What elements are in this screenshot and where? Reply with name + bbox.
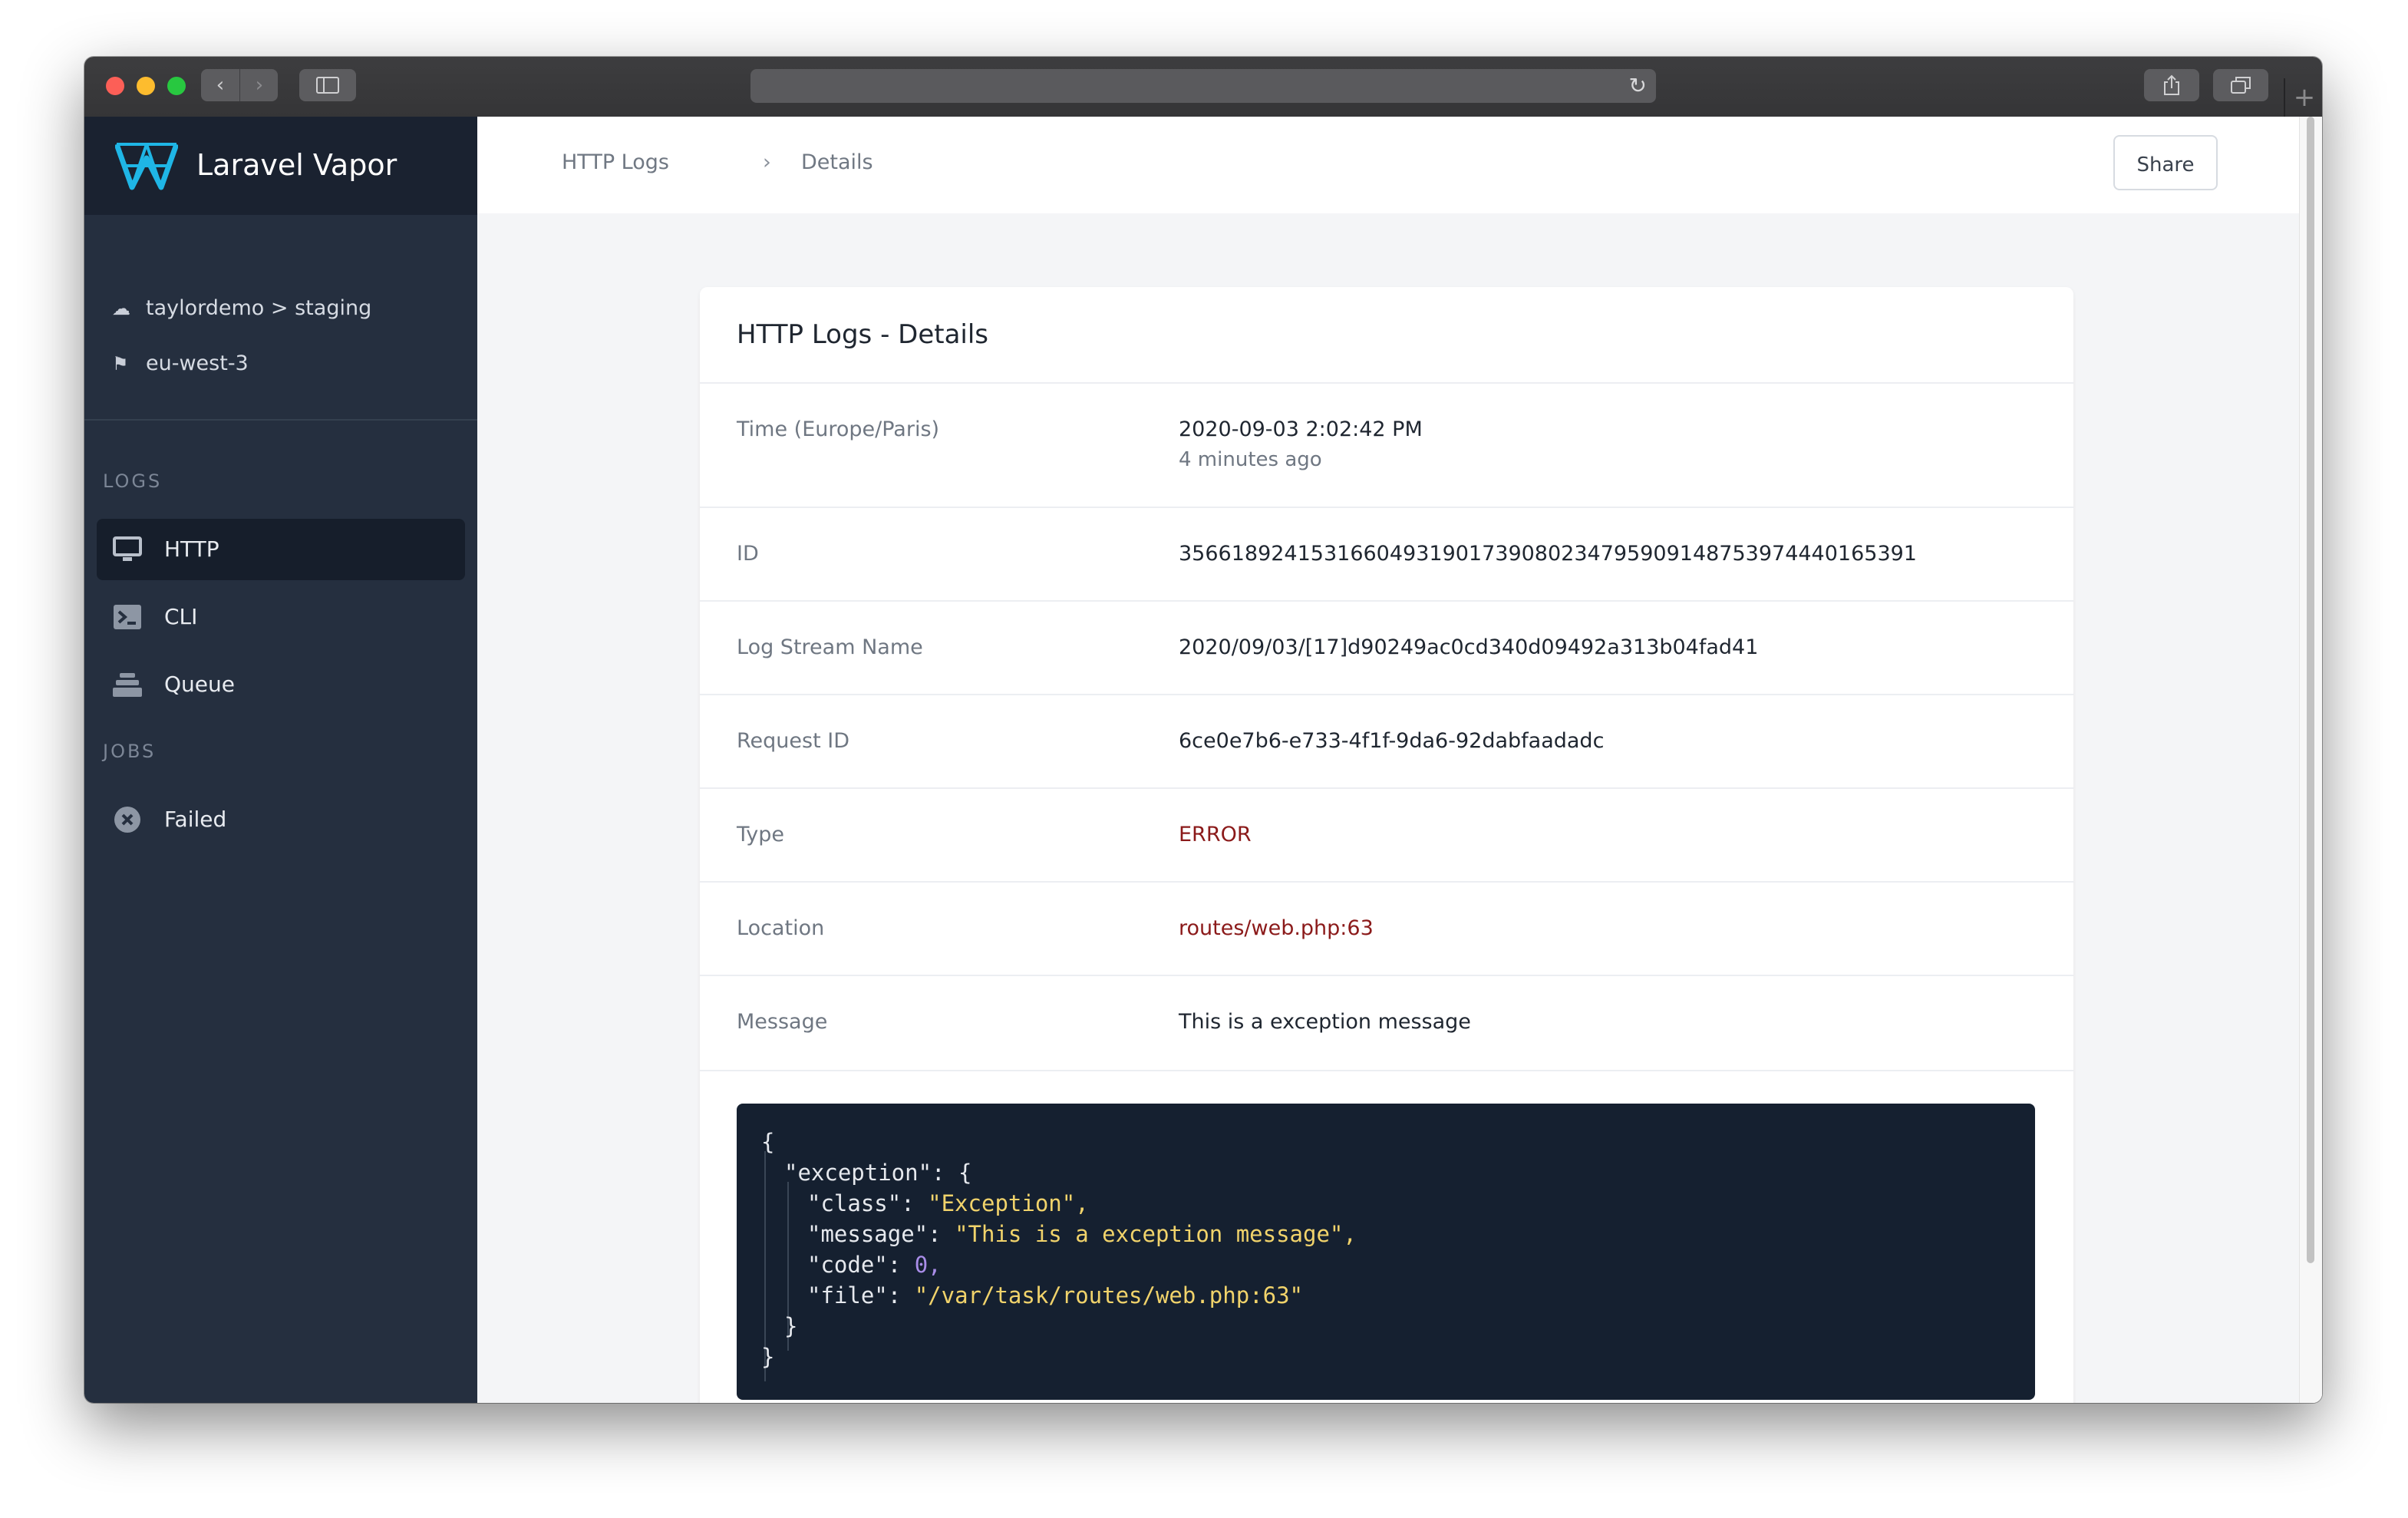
region-label: eu-west-3 <box>146 351 249 375</box>
share-page-button[interactable] <box>2144 69 2199 101</box>
chevron-right-icon[interactable]: › <box>239 69 279 101</box>
detail-key: Log Stream Name <box>737 635 923 659</box>
tabs-icon <box>2231 77 2251 94</box>
vapor-logo-icon <box>115 143 178 190</box>
browser-toolbar: ‹ › ↻ + <box>84 57 2322 118</box>
maximize-window-button[interactable] <box>167 77 186 95</box>
json-context-block: { "exception": { "class": "Exception", "… <box>737 1104 2035 1400</box>
breadcrumb-http-logs[interactable]: HTTP Logs <box>562 147 669 178</box>
detail-value: 6ce0e7b6-e733-4f1f-9da6-92dabfaadadc <box>1179 729 1605 753</box>
details-card: HTTP Logs - Details Time (Europe/Paris) … <box>700 287 2073 1403</box>
json-key: "file": <box>807 1282 915 1308</box>
address-bar[interactable]: ↻ <box>750 69 1656 103</box>
monitor-icon <box>113 536 142 561</box>
json-string: "Exception", <box>928 1190 1089 1216</box>
sidebar-item-failed[interactable]: Failed <box>97 789 465 850</box>
json-string: "/var/task/routes/web.php:63" <box>914 1282 1304 1308</box>
detail-relative-time: 4 minutes ago <box>1179 448 1322 471</box>
close-window-button[interactable] <box>106 77 124 95</box>
location-value: routes/web.php:63 <box>1179 916 1374 940</box>
detail-row-request-id: Request ID 6ce0e7b6-e733-4f1f-9da6-92dab… <box>700 694 2073 787</box>
detail-row-location: Location routes/web.php:63 <box>700 881 2073 975</box>
minimize-window-button[interactable] <box>137 77 155 95</box>
json-inner-close-brace: } <box>784 1313 798 1339</box>
share-button[interactable]: Share <box>2113 135 2218 190</box>
project-environment[interactable]: ☁ taylordemo > staging <box>112 295 371 322</box>
page-header: HTTP Logs › Details Share <box>477 117 2299 213</box>
back-forward-buttons: ‹ › <box>201 69 278 101</box>
terminal-icon <box>114 605 141 629</box>
sidebar-divider <box>84 419 477 421</box>
detail-value: 3566189241531660493190173908023479590914… <box>1179 542 1917 566</box>
layers-icon <box>113 673 142 697</box>
region: ⚑ eu-west-3 <box>112 350 249 378</box>
reload-icon[interactable]: ↻ <box>1629 74 1647 98</box>
chevron-right-icon: › <box>763 150 771 174</box>
detail-value: 2020-09-03 2:02:42 PM <box>1179 417 1423 441</box>
json-key: "class": <box>807 1190 929 1216</box>
sidebar-item-label: Queue <box>164 672 235 697</box>
json-key: "code": <box>807 1252 915 1278</box>
sidebar-item-label: CLI <box>164 604 198 629</box>
json-class-line: "class": "Exception", <box>807 1188 1089 1219</box>
detail-value: This is a exception message <box>1179 1010 1471 1034</box>
browser-window: ‹ › ↻ + Laravel Vapor ☁ taylordemo > sta… <box>84 57 2322 1403</box>
scrollbar-thumb[interactable] <box>2307 117 2314 1263</box>
sidebar-item-cli[interactable]: CLI <box>97 586 465 648</box>
detail-key: Request ID <box>737 729 850 753</box>
sidebar-toggle-icon <box>316 77 339 94</box>
card-title: HTTP Logs - Details <box>737 319 989 350</box>
detail-row-log-stream: Log Stream Name 2020/09/03/[17]d90249ac0… <box>700 600 2073 694</box>
detail-key: Message <box>737 1010 828 1034</box>
cloud-icon: ☁ <box>112 298 130 319</box>
detail-key: Type <box>737 823 785 846</box>
detail-key: Location <box>737 916 825 940</box>
share-icon <box>2164 74 2179 95</box>
chevron-left-icon[interactable]: ‹ <box>201 69 239 101</box>
json-exception-key: "exception": { <box>784 1160 972 1186</box>
error-type-value: ERROR <box>1179 823 1252 846</box>
json-key: "message": <box>807 1221 955 1247</box>
show-tabs-button[interactable] <box>2213 69 2268 101</box>
json-number: 0, <box>914 1252 942 1278</box>
main-content: HTTP Logs › Details Share HTTP Logs - De… <box>477 117 2322 1403</box>
json-code-line: "code": 0, <box>807 1249 942 1280</box>
breadcrumb-details: Details <box>801 150 873 174</box>
x-circle-icon <box>114 807 140 833</box>
json-open-brace: { <box>761 1129 775 1155</box>
brand-header[interactable]: Laravel Vapor <box>84 117 477 215</box>
detail-row-time: Time (Europe/Paris) 2020-09-03 2:02:42 P… <box>700 382 2073 507</box>
sidebar-item-label: Failed <box>164 807 227 832</box>
detail-value: 2020/09/03/[17]d90249ac0cd340d09492a313b… <box>1179 635 1759 659</box>
section-title-jobs: JOBS <box>103 741 157 762</box>
brand-name: Laravel Vapor <box>196 148 397 182</box>
detail-key: Time (Europe/Paris) <box>737 417 940 441</box>
sidebar: Laravel Vapor ☁ taylordemo > staging ⚑ eu-… <box>84 117 477 1403</box>
detail-row-type: Type ERROR <box>700 787 2073 881</box>
detail-row-id: ID 3566189241531660493190173908023479590… <box>700 507 2073 600</box>
json-string: "This is a exception message", <box>955 1221 1357 1247</box>
json-close-brace: } <box>761 1344 775 1370</box>
sidebar-toggle-button[interactable] <box>299 69 356 101</box>
sidebar-item-label: HTTP <box>164 536 219 562</box>
sidebar-item-queue[interactable]: Queue <box>97 654 465 715</box>
json-message-line: "message": "This is a exception message"… <box>807 1219 1357 1249</box>
project-label: taylordemo > staging <box>146 296 372 320</box>
detail-row-message: Message This is a exception message <box>700 975 2073 1071</box>
plus-icon[interactable]: + <box>2284 78 2322 117</box>
json-file-line: "file": "/var/task/routes/web.php:63" <box>807 1280 1303 1311</box>
sidebar-item-http[interactable]: HTTP <box>97 519 465 580</box>
section-title-logs: LOGS <box>103 470 163 492</box>
flag-icon: ⚑ <box>112 353 129 375</box>
detail-key: ID <box>737 542 759 566</box>
